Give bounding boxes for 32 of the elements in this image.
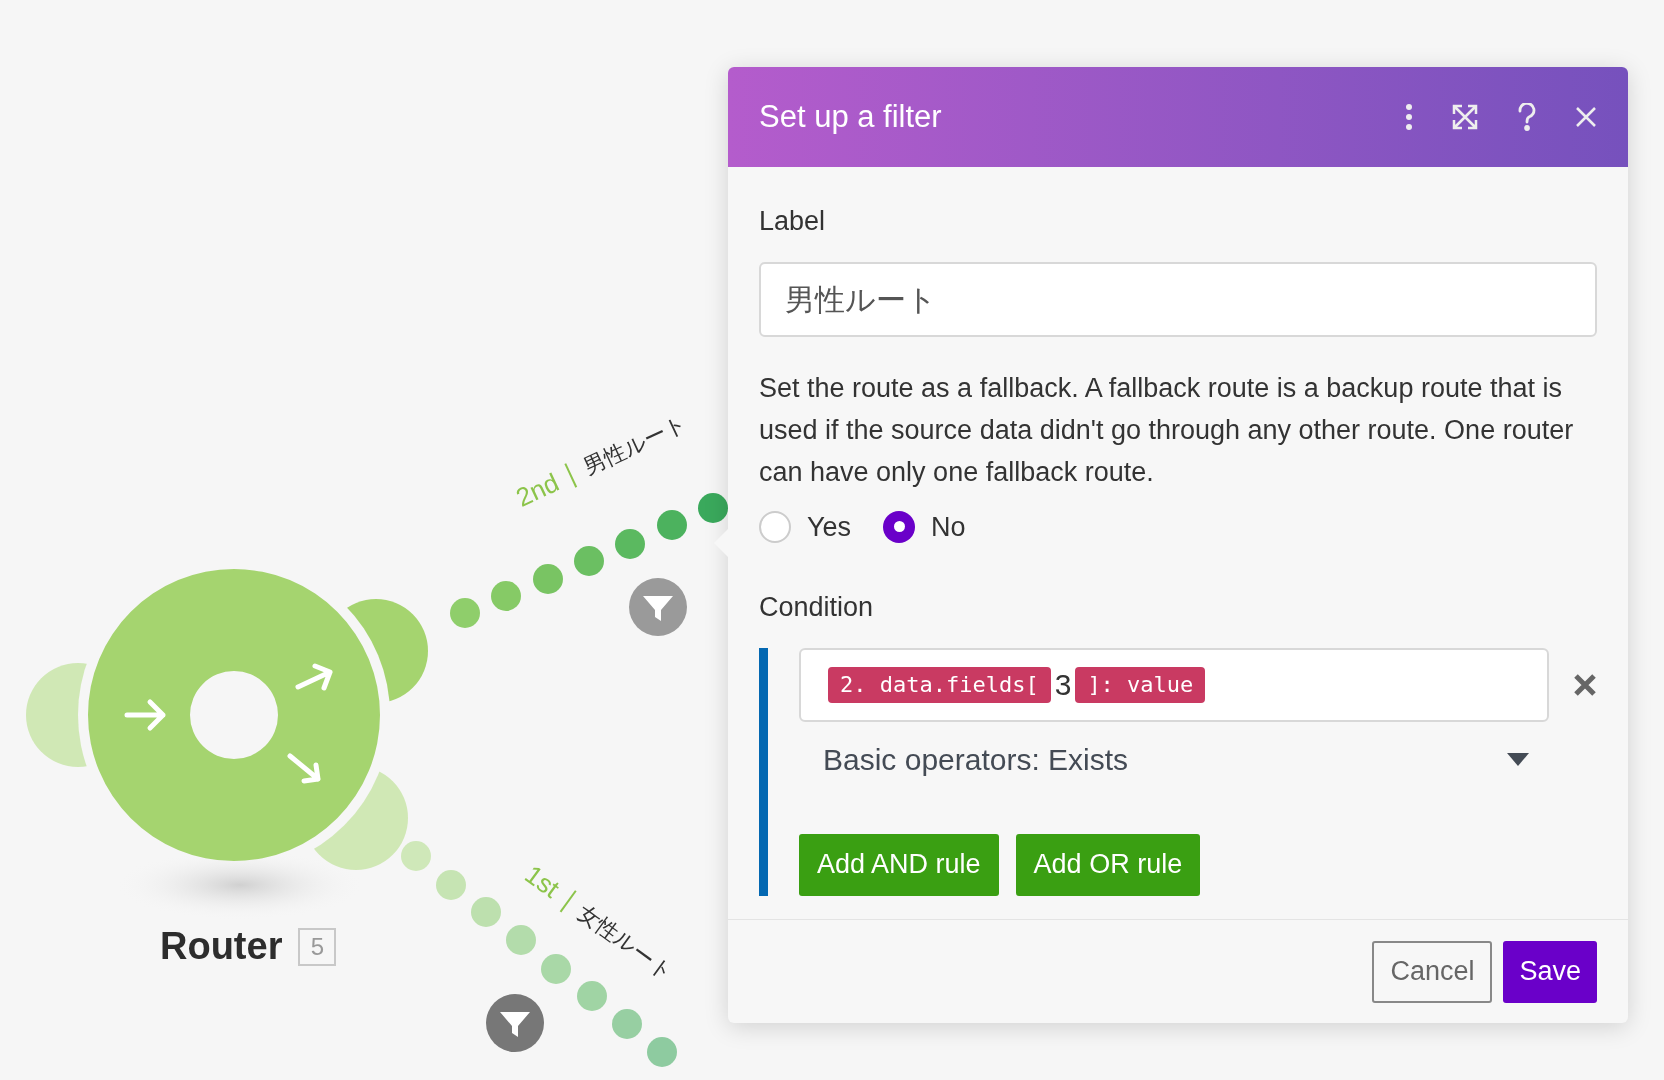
expand-icon[interactable] [1451,103,1479,131]
fallback-description: Set the route as a fallback. A fallback route is a backup route that is used if the source data didn't go through any other route. One router can have only one fallback route. [759,371,1575,489]
filter-icon[interactable] [486,994,544,1052]
add-rule-button[interactable]: Add OR rule [1015,833,1201,896]
radio-label: Yes [807,510,852,544]
caret-icon [1507,753,1529,766]
operator-select[interactable]: Basic operators: Exists [799,737,1529,782]
remove-icon[interactable] [1573,672,1597,697]
more-icon[interactable] [1405,104,1413,130]
label-input[interactable]: 男性ルート [759,261,1597,337]
dialog-title: Set up a filter [759,97,943,136]
variable-pill[interactable]: ]: value [1075,666,1206,703]
close-icon[interactable] [1575,106,1597,128]
help-icon[interactable] [1517,103,1537,131]
radio-button[interactable] [883,510,916,543]
field-label: Label [759,205,827,238]
route-label: 女性ルート [572,898,680,988]
save-button[interactable]: Save [1503,940,1597,1003]
condition-input[interactable]: 2. data.fields[ 3 ]: value [799,647,1549,722]
cancel-button[interactable]: Cancel [1372,940,1493,1003]
section-label: Condition [759,591,875,624]
radio-button[interactable] [759,510,791,543]
route-order: 2nd [510,466,565,515]
variable-pill[interactable]: 2. data.fields[ [828,666,1051,703]
radio-label: No [931,510,966,544]
add-rule-button[interactable]: Add AND rule [799,833,999,896]
condition-text: 3 [1053,667,1073,703]
filter-icon[interactable] [629,578,687,636]
module-title: Router [160,924,283,969]
module-badge: 5 [298,927,337,966]
route-label: 男性ルート [578,408,693,482]
route-order: 1st [518,857,567,906]
